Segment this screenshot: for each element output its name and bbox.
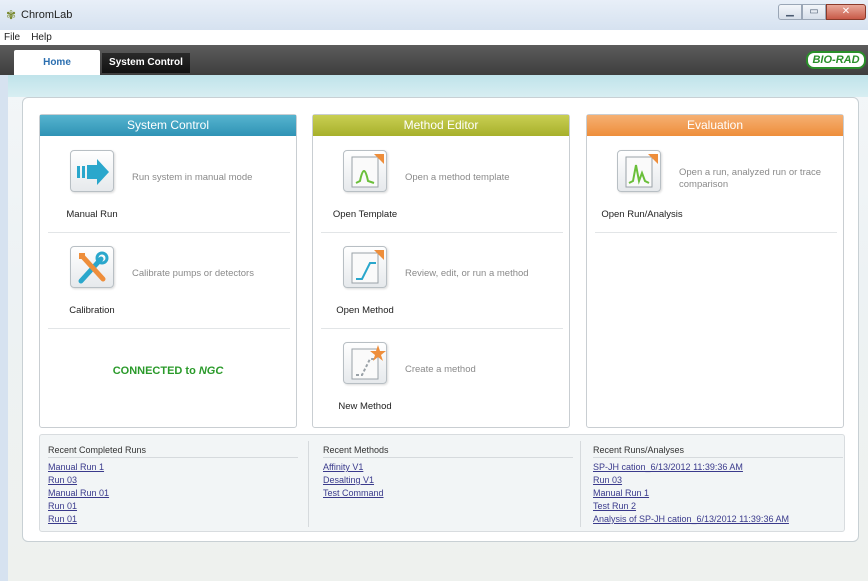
recent-items-bar: Recent Completed Runs Manual Run 1 Run 0… — [39, 434, 845, 532]
recent-section-title: Recent Runs/Analyses — [593, 445, 685, 455]
divider — [48, 328, 290, 329]
arrow-right-icon[interactable] — [70, 150, 114, 192]
entry-label: Manual Run — [66, 209, 118, 220]
open-run-analysis-entry[interactable]: Open Run/Analysis Open a run, analyzed r… — [587, 136, 843, 232]
entry-label: Open Run/Analysis — [601, 209, 683, 220]
home-dashboard: System Control Manual Run Run system in … — [22, 97, 859, 542]
manual-run-entry[interactable]: Manual Run Run system in manual mode — [40, 136, 296, 232]
tab-home[interactable]: Home — [14, 50, 100, 75]
entry-description: Create a method — [405, 364, 476, 375]
recent-runs-analyses: Recent Runs/Analyses SP-JH cation_6/13/2… — [593, 445, 843, 526]
divider — [593, 457, 843, 458]
recent-run-link[interactable]: Run 01 — [48, 513, 298, 526]
calibration-entry[interactable]: Calibration Calibrate pumps or detectors — [40, 232, 296, 328]
tab-system-control[interactable]: System Control — [102, 53, 190, 73]
panel-title: Method Editor — [313, 115, 569, 136]
recent-analysis-link[interactable]: Run 03 — [593, 474, 843, 487]
bio-rad-logo: BIO-RAD — [806, 51, 866, 69]
entry-label: Open Template — [332, 209, 398, 220]
recent-section-title: Recent Completed Runs — [48, 445, 147, 455]
divider — [48, 457, 298, 458]
recent-methods: Recent Methods Affinity V1 Desalting V1 … — [323, 445, 573, 500]
close-button[interactable]: ✕ — [826, 4, 866, 20]
recent-analysis-link[interactable]: Test Run 2 — [593, 500, 843, 513]
window-left-border — [0, 75, 8, 581]
recent-analysis-link[interactable]: SP-JH cation_6/13/2012 11:39:36 AM — [593, 461, 843, 474]
menu-help[interactable]: Help — [27, 30, 56, 45]
entry-label: New Method — [338, 401, 392, 412]
entry-description: Open a run, analyzed run or trace compar… — [679, 167, 822, 190]
recent-completed-runs: Recent Completed Runs Manual Run 1 Run 0… — [48, 445, 298, 526]
menu-bar: File Help — [0, 30, 868, 45]
connection-device: NGC — [198, 365, 224, 377]
recent-analysis-link[interactable]: Manual Run 1 — [593, 487, 843, 500]
maximize-button[interactable]: ▭ — [802, 4, 826, 20]
column-divider — [580, 441, 581, 527]
entry-label: Open Method — [336, 305, 394, 316]
entry-description: Open a method template — [405, 172, 510, 183]
panel-title: Evaluation — [587, 115, 843, 136]
recent-method-link[interactable]: Test Command — [323, 487, 573, 500]
divider — [323, 457, 573, 458]
title-bar: ✾ ChromLab ▁ ▭ ✕ — [0, 0, 868, 30]
open-template-entry[interactable]: Open Template Open a method template — [313, 136, 569, 232]
new-method-entry[interactable]: New Method Create a method — [313, 328, 569, 424]
column-divider — [308, 441, 309, 527]
recent-analysis-link[interactable]: Analysis of SP-JH cation_6/13/2012 11:39… — [593, 513, 843, 526]
entry-description: Run system in manual mode — [132, 172, 253, 183]
template-peak-icon[interactable] — [343, 150, 387, 192]
minimize-button[interactable]: ▁ — [778, 4, 802, 20]
window-controls: ▁ ▭ ✕ — [778, 4, 866, 20]
open-method-entry[interactable]: Open Method Review, edit, or run a metho… — [313, 232, 569, 328]
recent-method-link[interactable]: Desalting V1 — [323, 474, 573, 487]
chromatogram-icon[interactable] — [617, 150, 661, 192]
window-title: ChromLab — [21, 9, 73, 21]
new-method-star-icon[interactable] — [343, 342, 387, 384]
panel-title: System Control — [40, 115, 296, 136]
recent-method-link[interactable]: Affinity V1 — [323, 461, 573, 474]
evaluation-panel: Evaluation Open Run/Analysis Open a run,… — [586, 114, 844, 428]
entry-description: Calibrate pumps or detectors — [132, 268, 254, 279]
tab-bar: Home System Control BIO-RAD — [0, 45, 868, 75]
entry-description: Review, edit, or run a method — [405, 268, 529, 279]
recent-run-link[interactable]: Manual Run 01 — [48, 487, 298, 500]
method-step-icon[interactable] — [343, 246, 387, 288]
recent-run-link[interactable]: Run 01 — [48, 500, 298, 513]
method-editor-panel: Method Editor Open Template Open a metho… — [312, 114, 570, 428]
wrench-screwdriver-icon[interactable] — [70, 246, 114, 288]
recent-section-title: Recent Methods — [323, 445, 389, 455]
menu-file[interactable]: File — [0, 30, 24, 45]
connection-status: CONNECTED to NGC — [40, 365, 296, 377]
entry-label: Calibration — [69, 305, 115, 316]
recent-run-link[interactable]: Run 03 — [48, 474, 298, 487]
divider — [595, 232, 837, 233]
workspace-header-band — [8, 75, 868, 97]
connection-status-prefix: CONNECTED to — [112, 365, 196, 377]
recent-run-link[interactable]: Manual Run 1 — [48, 461, 298, 474]
system-control-panel: System Control Manual Run Run system in … — [39, 114, 297, 428]
app-icon: ✾ — [6, 8, 17, 22]
